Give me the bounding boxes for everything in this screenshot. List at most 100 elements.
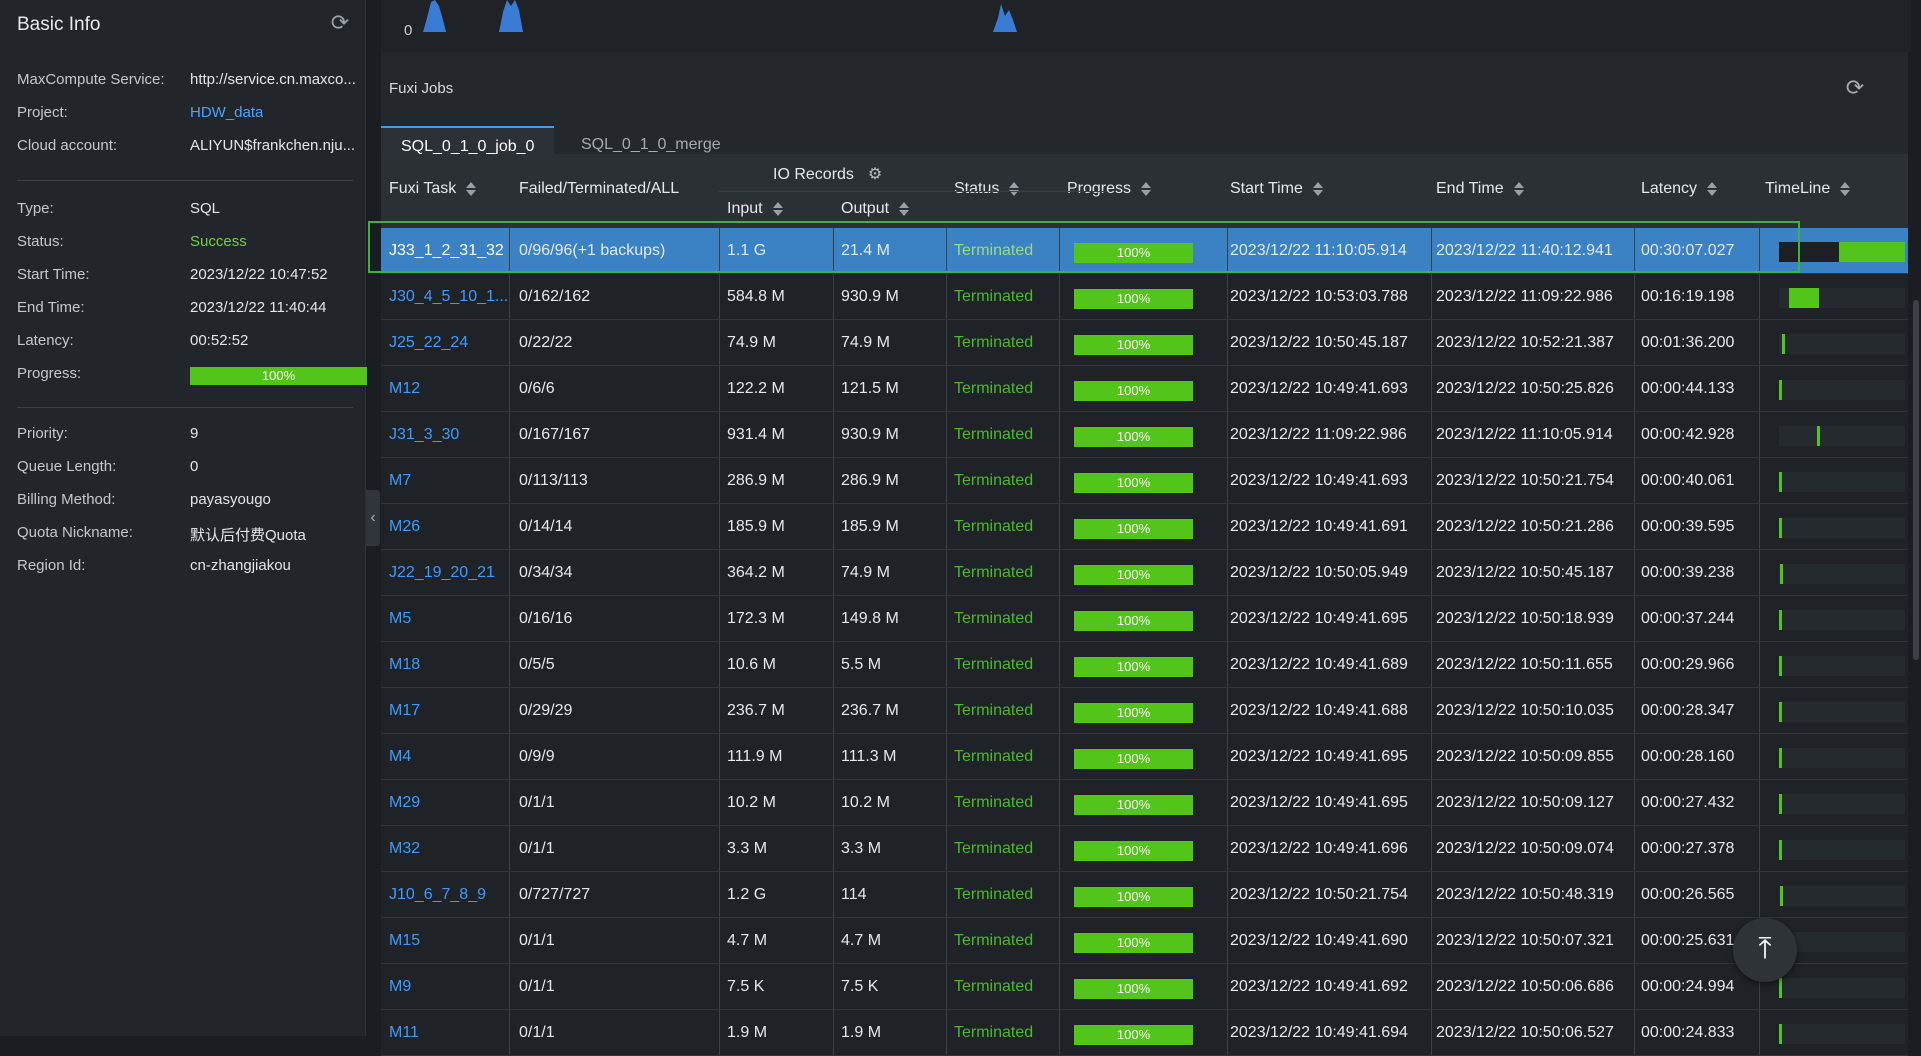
divider (1431, 872, 1432, 917)
table-row[interactable]: M32 0/1/1 3.3 M 3.3 M Terminated 2023/12/22 1… (381, 826, 1908, 872)
table-row[interactable]: M17 0/29/29 236.7 M 236.7 M Terminated 2023/1… (381, 688, 1908, 734)
timeline-track (1779, 656, 1905, 676)
chart-zero-label: 0 (404, 22, 413, 39)
table-row[interactable]: J25_22_24 0/22/22 74.9 M 74.9 M Terminated 20… (381, 320, 1908, 366)
divider (1634, 734, 1635, 779)
back-to-top-button[interactable]: ⤒ (1733, 918, 1797, 982)
table-row[interactable]: M29 0/1/1 10.2 M 10.2 M Terminated 2023/12/22… (381, 780, 1908, 826)
table-row[interactable]: M7 0/113/113 286.9 M 286.9 M Terminated 2023/… (381, 458, 1908, 504)
task-link[interactable]: M5 (389, 596, 509, 641)
table-row[interactable]: M4 0/9/9 111.9 M 111.3 M Terminated 2023/12/2… (381, 734, 1908, 780)
info-row: End Time: 2023/12/22 11:40:44 (17, 299, 361, 323)
start-time-cell: 2023/12/22 11:09:22.986 (1230, 426, 1407, 443)
task-link[interactable]: J33_1_2_31_32 (389, 228, 509, 273)
collapse-panel-handle[interactable]: ‹ (366, 490, 380, 546)
table-row[interactable]: M26 0/14/14 185.9 M 185.9 M Terminated 2023/1… (381, 504, 1908, 550)
col-header-progress[interactable]: Progress (1067, 180, 1153, 198)
divider (719, 320, 720, 365)
col-header-latency[interactable]: Latency (1641, 180, 1719, 198)
task-link[interactable]: M11 (389, 1010, 509, 1055)
divider (509, 320, 510, 365)
refresh-icon[interactable]: ⟳ (1843, 76, 1867, 100)
sort-icon[interactable] (1312, 180, 1325, 198)
divider (833, 458, 834, 503)
ftall-cell: 0/727/727 (519, 886, 591, 903)
timeline-bar (1779, 610, 1782, 630)
col-header-input[interactable]: Input (727, 200, 785, 218)
divider (833, 412, 834, 457)
end-time-cell: 2023/12/22 11:10:05.914 (1436, 426, 1613, 443)
sort-icon[interactable] (1141, 180, 1153, 198)
col-header-output[interactable]: Output (841, 200, 911, 218)
table-row[interactable]: J30_4_5_10_1... 0/162/162 584.8 M 930.9 M Te… (381, 274, 1908, 320)
refresh-icon[interactable]: ⟳ (329, 12, 351, 34)
task-link[interactable]: J30_4_5_10_1... (389, 274, 509, 319)
scrollbar-thumb[interactable] (1913, 300, 1919, 660)
sort-icon[interactable] (899, 200, 911, 218)
table-row[interactable]: J10_6_7_8_9 0/727/727 1.2 G 114 Terminated 20… (381, 872, 1908, 918)
sort-icon[interactable] (1009, 180, 1021, 198)
table-row[interactable]: M5 0/16/16 172.3 M 149.8 M Terminated 2023/12… (381, 596, 1908, 642)
divider (833, 366, 834, 411)
task-link[interactable]: M4 (389, 734, 509, 779)
table-row[interactable]: M15 0/1/1 4.7 M 4.7 M Terminated 2023/12/22 1… (381, 918, 1908, 964)
divider (1634, 504, 1635, 549)
progress-bar: 100% (1074, 427, 1193, 447)
task-link[interactable]: M18 (389, 642, 509, 687)
table-row[interactable]: M11 0/1/1 1.9 M 1.9 M Terminated 2023/12/22 1… (381, 1010, 1908, 1056)
col-header-end-time[interactable]: End Time (1436, 180, 1526, 198)
table-row[interactable]: M9 0/1/1 7.5 K 7.5 K Terminated 2023/12/22 10… (381, 964, 1908, 1010)
task-link[interactable]: M32 (389, 826, 509, 871)
task-link[interactable]: J31_3_30 (389, 412, 509, 457)
divider (833, 1010, 834, 1055)
project-link[interactable]: HDW_data (190, 104, 263, 121)
table-row[interactable]: J31_3_30 0/167/167 931.4 M 930.9 M Terminate… (381, 412, 1908, 458)
divider (1227, 596, 1228, 641)
col-header-status[interactable]: Status (954, 180, 1021, 198)
task-link[interactable]: M29 (389, 780, 509, 825)
timeline-bar (1779, 840, 1782, 860)
task-link[interactable]: J25_22_24 (389, 320, 509, 365)
latency-cell: 00:00:37.244 (1641, 610, 1735, 627)
table-row[interactable]: M18 0/5/5 10.6 M 5.5 M Terminated 2023/12/22 … (381, 642, 1908, 688)
sort-icon[interactable] (466, 180, 478, 198)
divider (1759, 642, 1760, 687)
table-row[interactable]: J22_19_20_21 0/34/34 364.2 M 74.9 M Terminat… (381, 550, 1908, 596)
timeline-bar (1779, 242, 1834, 262)
task-link[interactable]: M9 (389, 964, 509, 1009)
task-link[interactable]: M7 (389, 458, 509, 503)
sort-icon[interactable] (1513, 180, 1526, 198)
latency-cell: 00:01:36.200 (1641, 334, 1735, 351)
task-link[interactable]: M26 (389, 504, 509, 549)
output-cell: 21.4 M (841, 242, 890, 259)
col-header-timeline[interactable]: TimeLine (1765, 180, 1852, 198)
task-link[interactable]: M12 (389, 366, 509, 411)
info-row: Cloud account: ALIYUN$frankchen.nju... (17, 137, 361, 161)
table-row[interactable]: M12 0/6/6 122.2 M 121.5 M Terminated 2023/12/… (381, 366, 1908, 412)
sort-icon[interactable] (1707, 180, 1719, 198)
task-link[interactable]: M17 (389, 688, 509, 733)
info-key: Type: (17, 200, 54, 217)
divider (1227, 872, 1228, 917)
task-link[interactable]: J10_6_7_8_9 (389, 872, 509, 917)
end-time-cell: 2023/12/22 11:09:22.986 (1436, 288, 1613, 305)
divider (719, 780, 720, 825)
task-link[interactable]: M15 (389, 918, 509, 963)
status-cell: Terminated (954, 610, 1034, 627)
divider (946, 734, 947, 779)
sort-icon[interactable] (1840, 180, 1852, 198)
divider (1059, 412, 1060, 457)
sort-icon[interactable] (772, 200, 785, 218)
col-header-task[interactable]: Fuxi Task (389, 180, 478, 198)
divider (1059, 1010, 1060, 1055)
start-time-cell: 2023/12/22 10:49:41.695 (1230, 794, 1408, 811)
divider (1227, 734, 1228, 779)
progress-bar: 100% (1074, 335, 1193, 355)
scrollbar[interactable] (1911, 0, 1921, 1036)
settings-icon[interactable]: ⚙ (868, 166, 882, 183)
timeline-track (1779, 1024, 1905, 1044)
table-row[interactable]: J33_1_2_31_32 0/96/96(+1 backups) 1.1 G 21.… (381, 228, 1908, 274)
col-header-start-time[interactable]: Start Time (1230, 180, 1325, 198)
start-time-cell: 2023/12/22 10:49:41.689 (1230, 656, 1408, 673)
task-link[interactable]: J22_19_20_21 (389, 550, 509, 595)
